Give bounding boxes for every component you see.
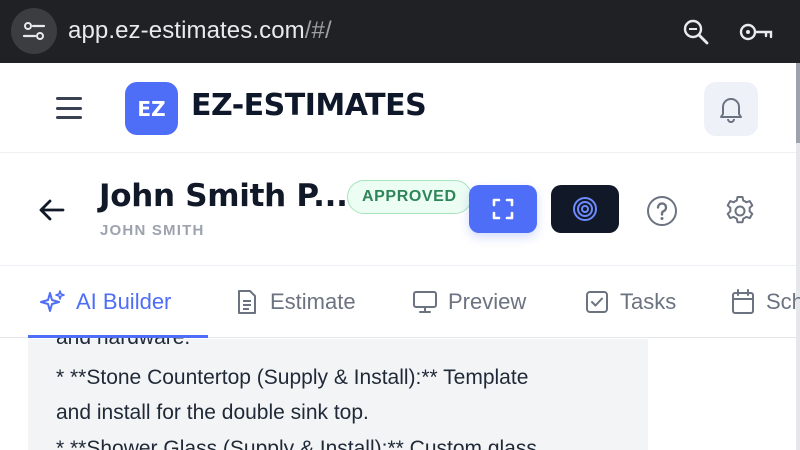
back-arrow-icon[interactable] xyxy=(36,196,66,224)
active-tab-indicator xyxy=(28,335,208,338)
help-icon xyxy=(647,196,677,226)
project-title: John Smith P... xyxy=(99,178,348,214)
status-badge: APPROVED xyxy=(347,180,472,214)
key-icon[interactable] xyxy=(738,17,774,47)
tab-label: Tasks xyxy=(620,289,677,314)
zoom-icon[interactable] xyxy=(681,17,711,47)
monitor-icon xyxy=(412,289,438,315)
tab-label: AI Builder xyxy=(76,289,172,314)
logo-text: EZ-ESTIMATES xyxy=(191,88,427,123)
hamburger-icon[interactable] xyxy=(56,96,84,120)
target-icon xyxy=(573,197,597,221)
url-path: /#/ xyxy=(304,17,332,44)
checkbox-icon xyxy=(584,289,610,315)
url-host: app.ez-estimates.com xyxy=(68,17,305,44)
tab-label: Preview xyxy=(448,289,527,314)
sparkle-icon xyxy=(40,289,66,315)
content-line: and install for the double sink top. xyxy=(56,401,369,424)
help-button[interactable] xyxy=(645,194,679,228)
fullscreen-button[interactable] xyxy=(469,185,537,233)
client-name: JOHN SMITH xyxy=(100,222,205,239)
bell-icon xyxy=(720,98,742,123)
logo-badge: EZ xyxy=(125,82,178,135)
document-icon xyxy=(234,289,260,315)
settings-button[interactable] xyxy=(721,192,759,230)
tab-label: Estimate xyxy=(270,289,356,314)
content-line: * **Stone Countertop (Supply & Install):… xyxy=(56,366,529,389)
scrollbar-thumb[interactable] xyxy=(796,63,800,143)
content-line: * **Shower Glass (Supply & Install):** C… xyxy=(56,437,537,450)
tab-estimate[interactable]: Estimate xyxy=(234,266,356,338)
ai-output-panel xyxy=(28,339,648,450)
expand-icon xyxy=(492,198,514,220)
calendar-icon xyxy=(730,289,756,315)
notifications-button[interactable] xyxy=(704,82,758,136)
address-bar[interactable]: app.ez-estimates.com/#/ xyxy=(68,17,332,45)
site-info-icon[interactable] xyxy=(11,8,57,54)
tab-tasks[interactable]: Tasks xyxy=(584,266,676,338)
tab-label: Sch xyxy=(766,289,800,314)
tab-preview[interactable]: Preview xyxy=(412,266,526,338)
tab-schedule[interactable]: Sch xyxy=(730,266,800,338)
gear-icon xyxy=(726,196,754,224)
target-button[interactable] xyxy=(551,185,619,233)
tab-ai-builder[interactable]: AI Builder xyxy=(40,266,171,338)
